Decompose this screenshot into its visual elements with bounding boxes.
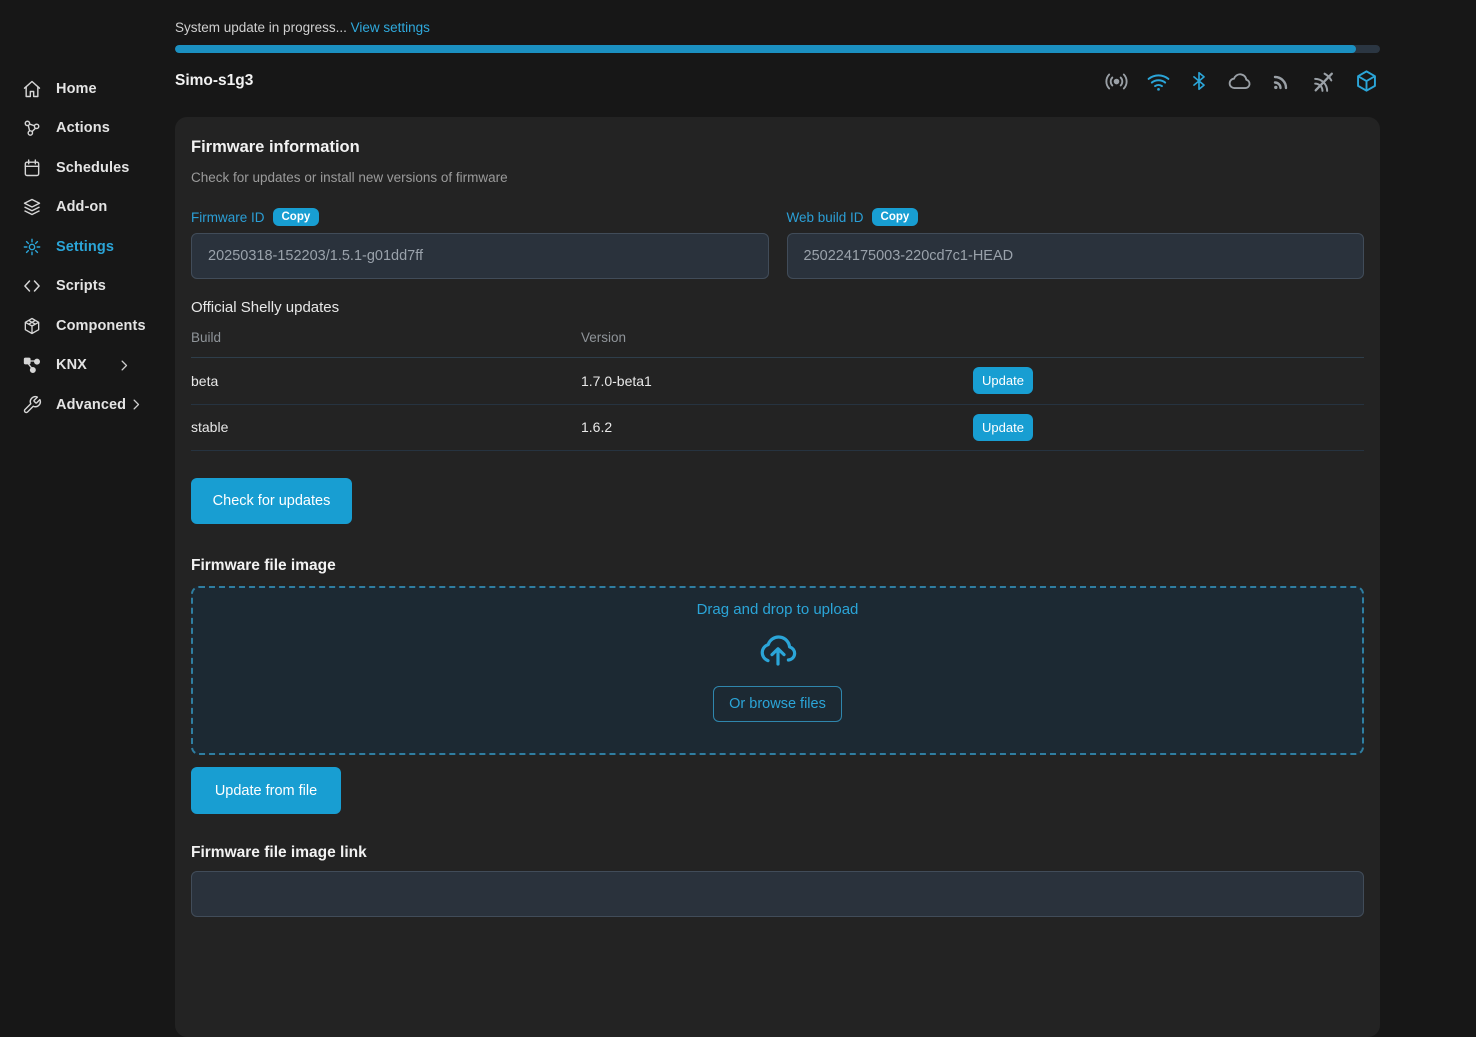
components-icon xyxy=(22,316,42,336)
sidebar-item-actions[interactable]: Actions xyxy=(0,109,160,149)
sidebar-item-settings[interactable]: Settings xyxy=(0,227,160,267)
addon-icon xyxy=(22,197,42,217)
sidebar: Home Actions Schedules Add-on Settings S… xyxy=(0,0,160,858)
firmware-id-copy-button[interactable]: Copy xyxy=(273,208,320,226)
build-cell: beta xyxy=(191,373,581,389)
update-beta-button[interactable]: Update xyxy=(973,367,1033,394)
actions-icon xyxy=(22,118,42,138)
firmware-id-field: Firmware ID Copy 20250318-152203/1.5.1-g… xyxy=(191,208,769,279)
update-progress-bar xyxy=(175,45,1380,53)
check-for-updates-button[interactable]: Check for updates xyxy=(191,478,352,524)
package-icon[interactable] xyxy=(1353,68,1380,95)
card-title: Firmware information xyxy=(191,138,1364,157)
chevron-right-icon xyxy=(114,358,148,373)
access-point-icon[interactable] xyxy=(1104,69,1129,94)
sidebar-item-label: Add-on xyxy=(56,199,107,215)
home-icon xyxy=(22,79,42,99)
settings-gear-icon xyxy=(22,237,42,257)
browse-files-button[interactable]: Or browse files xyxy=(713,686,842,722)
update-stable-button[interactable]: Update xyxy=(973,414,1033,441)
main-area: System update in progress... View settin… xyxy=(160,0,1476,1037)
firmware-card: Firmware information Check for updates o… xyxy=(175,117,1380,1037)
sidebar-item-scripts[interactable]: Scripts xyxy=(0,267,160,307)
sidebar-item-label: Settings xyxy=(56,239,114,255)
sidebar-item-label: Components xyxy=(56,318,146,334)
id-fields-row: Firmware ID Copy 20250318-152203/1.5.1-g… xyxy=(191,208,1364,279)
sidebar-item-label: Actions xyxy=(56,120,110,136)
updates-table-header: Build Version xyxy=(191,316,1364,358)
status-icon-bar xyxy=(1104,68,1380,95)
rss-icon[interactable] xyxy=(1270,69,1294,93)
dropzone-text: Drag and drop to upload xyxy=(697,601,859,618)
web-build-id-label: Web build ID xyxy=(787,210,864,225)
advanced-wrench-icon xyxy=(22,395,42,415)
schedules-icon xyxy=(22,158,42,178)
sidebar-item-label: Home xyxy=(56,81,97,97)
sidebar-item-components[interactable]: Components xyxy=(0,306,160,346)
cloud-upload-icon xyxy=(754,625,802,673)
sidebar-item-label: Advanced xyxy=(56,397,126,413)
firmware-file-link-input[interactable] xyxy=(191,871,1364,917)
web-build-id-copy-button[interactable]: Copy xyxy=(872,208,919,226)
column-version: Version xyxy=(581,330,973,345)
version-cell: 1.7.0-beta1 xyxy=(581,373,973,389)
table-row-beta: beta 1.7.0-beta1 Update xyxy=(191,358,1364,405)
sidebar-item-schedules[interactable]: Schedules xyxy=(0,148,160,188)
official-updates-title: Official Shelly updates xyxy=(191,299,1364,316)
scripts-icon xyxy=(22,276,42,296)
firmware-id-label: Firmware ID xyxy=(191,210,265,225)
sidebar-item-advanced[interactable]: Advanced xyxy=(0,385,160,425)
sidebar-item-label: KNX xyxy=(56,357,87,373)
web-build-id-value[interactable]: 250224175003-220cd7c1-HEAD xyxy=(787,233,1365,279)
sidebar-item-addon[interactable]: Add-on xyxy=(0,188,160,228)
update-from-file-button[interactable]: Update from file xyxy=(191,767,341,814)
firmware-file-image-title: Firmware file image xyxy=(191,557,1364,575)
build-cell: stable xyxy=(191,419,581,435)
update-banner-message: System update in progress... xyxy=(175,20,347,35)
firmware-id-value[interactable]: 20250318-152203/1.5.1-g01dd7ff xyxy=(191,233,769,279)
sidebar-item-home[interactable]: Home xyxy=(0,69,160,109)
update-progress-fill xyxy=(175,45,1356,53)
device-name: Simo-s1g3 xyxy=(175,72,253,90)
version-cell: 1.6.2 xyxy=(581,419,973,435)
firmware-file-link-title: Firmware file image link xyxy=(191,844,1364,862)
cloud-icon[interactable] xyxy=(1227,68,1253,94)
update-banner: System update in progress... View settin… xyxy=(175,20,1380,35)
chevron-right-icon xyxy=(126,397,160,412)
sidebar-item-label: Schedules xyxy=(56,160,129,176)
mqtt-off-icon[interactable] xyxy=(1311,69,1336,94)
table-row-stable: stable 1.6.2 Update xyxy=(191,405,1364,452)
sidebar-item-knx[interactable]: KNX xyxy=(0,346,160,386)
card-subtitle: Check for updates or install new version… xyxy=(191,170,1364,185)
web-build-id-field: Web build ID Copy 250224175003-220cd7c1-… xyxy=(787,208,1365,279)
wifi-icon[interactable] xyxy=(1146,69,1171,94)
bluetooth-icon[interactable] xyxy=(1188,70,1210,92)
sidebar-item-label: Scripts xyxy=(56,278,106,294)
page-header: Simo-s1g3 xyxy=(175,66,1380,96)
firmware-dropzone[interactable]: Drag and drop to upload Or browse files xyxy=(191,586,1364,755)
view-settings-link[interactable]: View settings xyxy=(351,20,430,35)
knx-icon xyxy=(22,355,42,375)
column-build: Build xyxy=(191,330,581,345)
